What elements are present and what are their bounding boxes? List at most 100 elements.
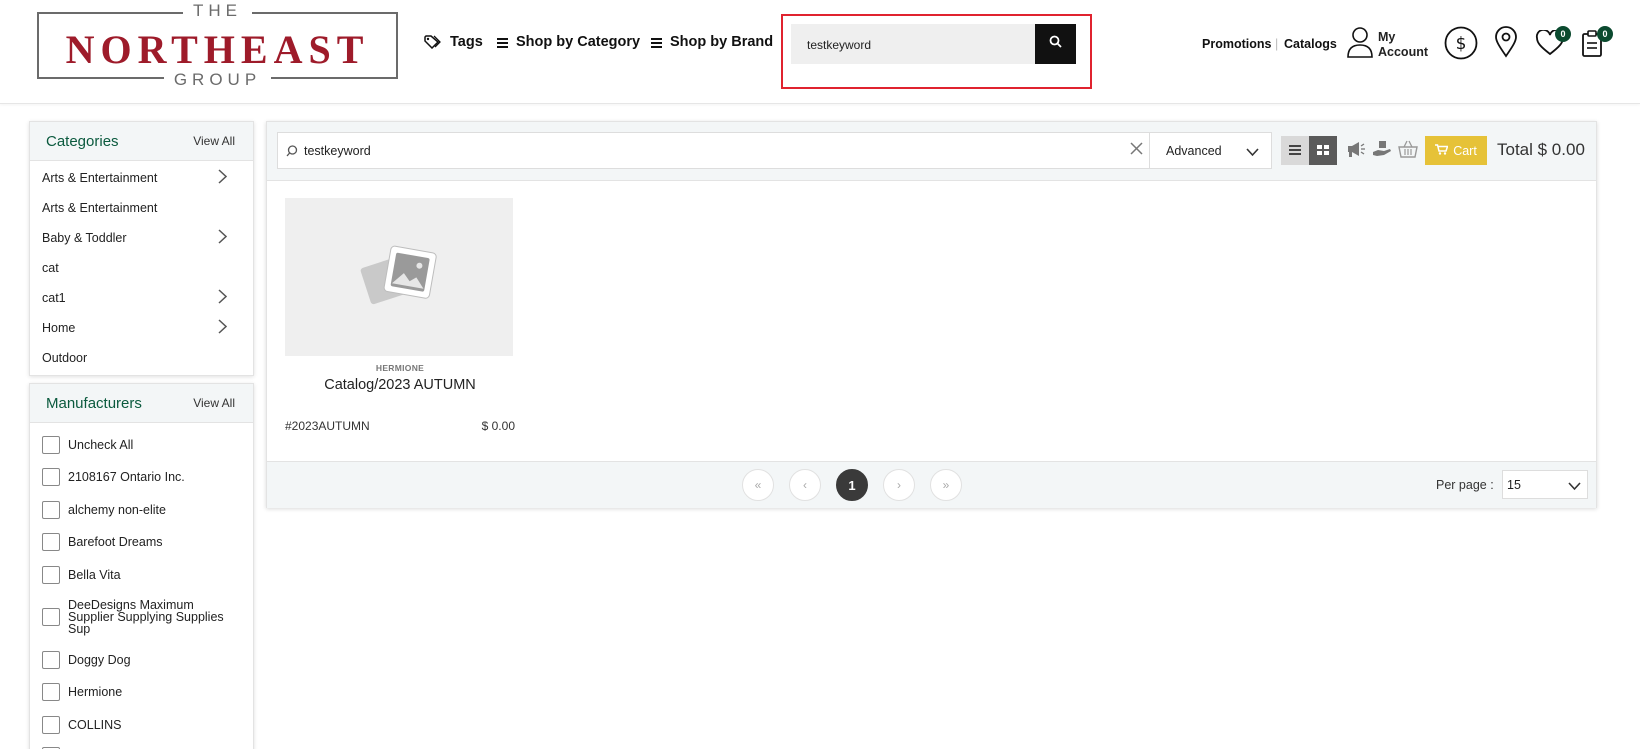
advanced-label: Advanced — [1166, 143, 1222, 158]
checkbox[interactable] — [42, 435, 60, 454]
nav-category-label: Shop by Category — [516, 34, 641, 50]
menu-icon — [651, 37, 662, 48]
grid-icon — [1317, 142, 1329, 160]
dollar-circle-icon: $ — [1444, 26, 1478, 64]
site-logo[interactable]: THE NORTHEAST GROUP — [37, 1, 398, 89]
manufacturer-label: Uncheck All — [68, 437, 134, 452]
cart-button-toolbar[interactable]: Cart — [1425, 136, 1487, 165]
category-item[interactable]: Arts & Entertainment — [30, 163, 253, 193]
special-offers-button[interactable] — [1372, 140, 1392, 163]
link-separator: | — [1275, 37, 1279, 51]
product-sku: #2023AUTUMN — [285, 419, 370, 433]
checkbox[interactable] — [42, 608, 60, 626]
clear-icon[interactable] — [1130, 142, 1143, 158]
category-item[interactable]: cat1 — [30, 283, 253, 313]
clipboard-cart-icon — [1581, 30, 1603, 62]
manufacturer-item[interactable]: COLLINS — [30, 708, 253, 741]
manufacturer-item[interactable]: Doggy Dog — [30, 643, 253, 676]
cart-button[interactable]: 0 — [1581, 26, 1613, 63]
manufacturer-item[interactable]: DeeDesigns Maximum Supplier Supplying Su… — [30, 591, 253, 643]
first-page-button[interactable]: « — [742, 469, 774, 501]
per-page-value: 15 — [1507, 478, 1521, 492]
promotions-filter-button[interactable] — [1346, 140, 1366, 163]
advanced-dropdown[interactable]: Advanced — [1149, 132, 1272, 169]
keyword-value: testkeyword — [304, 143, 371, 158]
manufacturer-label: COLLINS — [68, 717, 122, 732]
promotions-link[interactable]: Promotions — [1202, 37, 1271, 51]
category-item[interactable]: Baby & Toddler — [30, 223, 253, 253]
checkbox[interactable] — [42, 500, 60, 519]
list-icon — [1289, 142, 1301, 160]
list-view-button[interactable] — [1281, 136, 1309, 165]
logo-top-text: THE — [183, 1, 252, 20]
manufacturers-title: Manufacturers — [46, 394, 142, 412]
search-icon — [286, 144, 298, 157]
user-icon — [1346, 26, 1374, 63]
tag-icon — [424, 35, 442, 49]
checkbox[interactable] — [42, 715, 60, 734]
header-search-button[interactable] — [1035, 24, 1076, 64]
manufacturer-item-partial[interactable] — [30, 741, 253, 749]
grid-view-button[interactable] — [1309, 136, 1337, 165]
categories-view-all-link[interactable]: View All — [193, 134, 235, 148]
location-pin-icon — [1494, 26, 1518, 62]
product-title[interactable]: Catalog/2023 AUTUMN — [285, 377, 515, 393]
currency-button[interactable]: $ — [1444, 26, 1478, 65]
product-image-placeholder[interactable] — [285, 198, 513, 356]
last-page-button[interactable]: » — [930, 469, 962, 501]
manufacturers-panel: Manufacturers View All Uncheck All 21081… — [29, 383, 254, 749]
checkbox[interactable] — [42, 650, 60, 669]
manufacturer-item[interactable]: Barefoot Dreams — [30, 526, 253, 558]
wishlist-button[interactable]: 0 — [1535, 26, 1571, 61]
prev-page-button[interactable]: ‹ — [789, 469, 821, 501]
current-page-button[interactable]: 1 — [836, 469, 868, 501]
header-search-input[interactable]: testkeyword — [791, 24, 1039, 64]
product-card[interactable]: HERMIONE Catalog/2023 AUTUMN #2023AUTUMN… — [285, 198, 515, 433]
chevron-right-icon[interactable] — [218, 289, 228, 307]
nav-tags[interactable]: Tags — [424, 34, 483, 50]
chevron-right-icon[interactable] — [218, 319, 228, 337]
store-locator-button[interactable] — [1494, 26, 1518, 63]
keyword-search-input[interactable]: testkeyword — [277, 132, 1150, 169]
categories-title: Categories — [46, 132, 119, 150]
category-item-label: Outdoor — [42, 351, 88, 365]
chevron-right-icon[interactable] — [218, 169, 228, 187]
nav-brand-label: Shop by Brand — [670, 34, 774, 50]
manufacturer-item[interactable]: Bella Vita — [30, 558, 253, 591]
menu-icon — [497, 37, 508, 48]
checkbox[interactable] — [42, 683, 60, 701]
basket-button[interactable] — [1398, 140, 1418, 163]
category-item-label: cat1 — [42, 291, 66, 305]
checkbox[interactable] — [42, 565, 60, 584]
category-item[interactable]: Arts & Entertainment — [30, 193, 253, 223]
account-label-line1: My — [1378, 29, 1396, 44]
search-icon — [1049, 35, 1062, 53]
chevron-right-icon[interactable] — [218, 229, 228, 247]
manufacturer-item[interactable]: Hermione — [30, 676, 253, 708]
nav-shop-by-brand[interactable]: Shop by Brand — [651, 34, 773, 50]
manufacturer-item-uncheck-all[interactable]: Uncheck All — [30, 428, 253, 461]
manufacturer-item[interactable]: alchemy non-elite — [30, 493, 253, 526]
catalogs-link[interactable]: Catalogs — [1284, 37, 1337, 51]
category-item[interactable]: Home — [30, 313, 253, 343]
category-item-label: Home — [42, 321, 76, 335]
category-item[interactable]: cat — [30, 253, 253, 283]
manufacturer-label: Doggy Dog — [68, 652, 131, 667]
categories-header: Categories View All — [30, 122, 253, 161]
manufacturer-item[interactable]: 2108167 Ontario Inc. — [30, 461, 253, 493]
megaphone-icon — [1346, 142, 1366, 162]
checkbox[interactable] — [42, 468, 60, 486]
my-account-link[interactable]: My Account — [1346, 26, 1428, 63]
product-price: $ 0.00 — [481, 419, 515, 433]
account-label-line2: Account — [1378, 44, 1428, 59]
category-item[interactable]: Outdoor — [30, 343, 253, 373]
manufacturer-label: Bella Vita — [68, 567, 121, 582]
cart-icon — [1435, 143, 1449, 158]
manufacturer-label: 2108167 Ontario Inc. — [68, 470, 185, 484]
manufacturers-view-all-link[interactable]: View All — [193, 396, 235, 410]
checkbox[interactable] — [42, 533, 60, 551]
next-page-button[interactable]: › — [883, 469, 915, 501]
per-page-label: Per page : — [1436, 478, 1494, 492]
per-page-select[interactable]: 15 — [1502, 470, 1588, 499]
nav-shop-by-category[interactable]: Shop by Category — [497, 34, 640, 50]
